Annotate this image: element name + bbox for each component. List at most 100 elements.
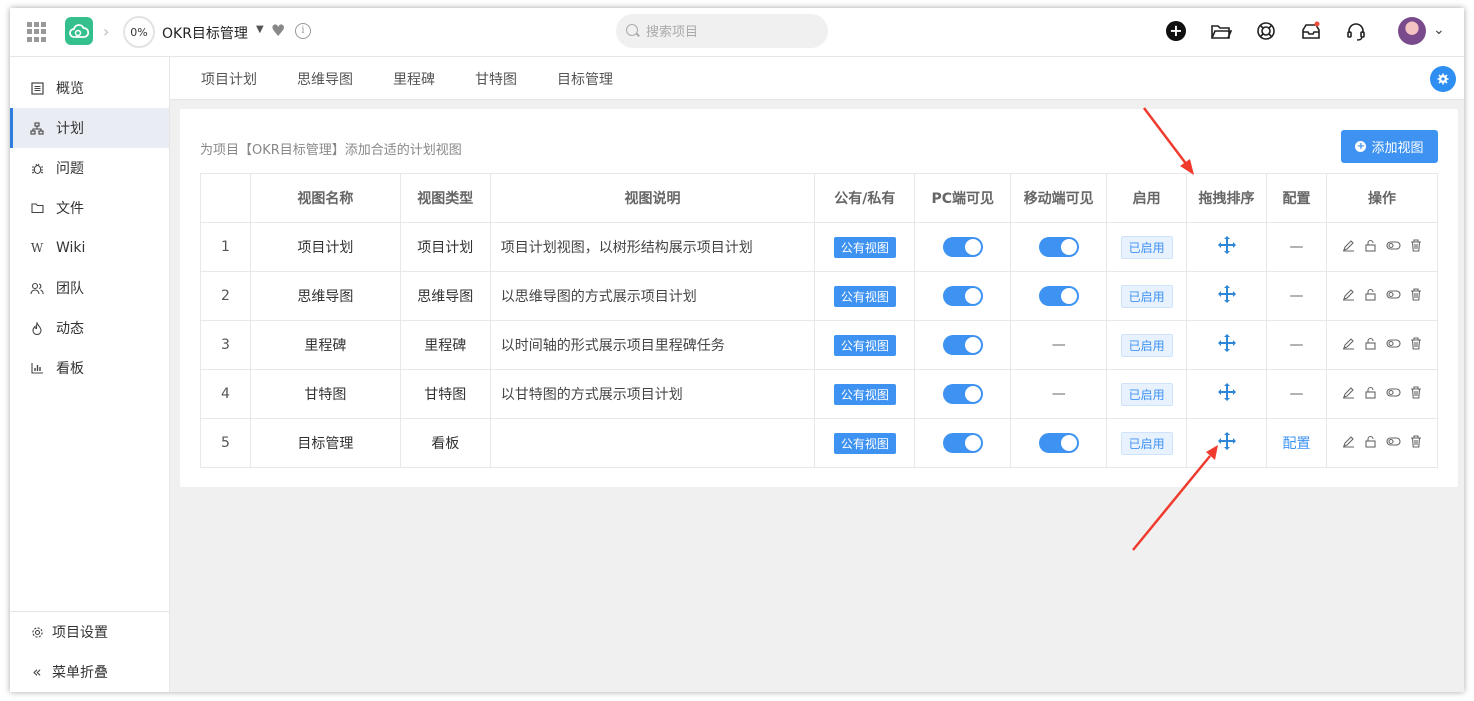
tab-settings-gear-icon[interactable] bbox=[1430, 66, 1456, 92]
sidebar-item-label: 项目设置 bbox=[52, 625, 108, 641]
folder-open-icon[interactable] bbox=[1210, 20, 1233, 42]
pc-visible-toggle[interactable] bbox=[942, 433, 983, 453]
drag-move-icon[interactable] bbox=[1217, 284, 1237, 308]
sidebar-bottom: 项目设置 « 菜单折叠 bbox=[10, 611, 169, 692]
public-view-badge[interactable]: 公有视图 bbox=[833, 285, 896, 307]
pc-visible-toggle[interactable] bbox=[942, 384, 983, 404]
config-link[interactable]: 配置 bbox=[1282, 436, 1310, 452]
trash-icon[interactable] bbox=[1410, 434, 1422, 448]
plus-circle-icon: + bbox=[1355, 141, 1367, 152]
mobile-visible-toggle[interactable] bbox=[1038, 433, 1079, 453]
lock-icon[interactable] bbox=[1364, 239, 1377, 252]
tab-project-plan[interactable]: 项目计划 bbox=[201, 69, 257, 89]
app-grid-icon[interactable] bbox=[27, 22, 47, 42]
pc-visible-toggle[interactable] bbox=[942, 237, 983, 257]
project-progress: 0% bbox=[123, 16, 155, 48]
cloud-logo-icon[interactable] bbox=[65, 17, 93, 45]
edit-icon[interactable] bbox=[1342, 239, 1355, 252]
enabled-badge[interactable]: 已启用 bbox=[1120, 333, 1173, 357]
lock-icon[interactable] bbox=[1364, 435, 1377, 448]
create-plus-icon[interactable]: + bbox=[1166, 21, 1186, 41]
enabled-badge[interactable]: 已启用 bbox=[1120, 235, 1173, 259]
trash-icon[interactable] bbox=[1410, 238, 1422, 252]
actions-cell bbox=[1325, 222, 1439, 272]
actions-cell bbox=[1325, 271, 1439, 321]
project-name[interactable]: OKR目标管理 bbox=[162, 23, 248, 43]
col-header: 启用 bbox=[1106, 173, 1188, 223]
collapse-menu-button[interactable]: « 菜单折叠 bbox=[10, 652, 169, 692]
bug-icon bbox=[30, 161, 44, 175]
search-box[interactable] bbox=[616, 14, 828, 48]
toggle-icon[interactable] bbox=[1386, 289, 1401, 300]
sidebar-item-team[interactable]: 团队 bbox=[10, 268, 169, 308]
drag-move-icon[interactable] bbox=[1217, 431, 1237, 455]
drag-move-icon[interactable] bbox=[1217, 333, 1237, 357]
mobile-visible-toggle[interactable] bbox=[1038, 237, 1079, 257]
tab-mind-map[interactable]: 思维导图 bbox=[297, 69, 353, 89]
edit-icon[interactable] bbox=[1342, 337, 1355, 350]
edit-icon[interactable] bbox=[1342, 435, 1355, 448]
lock-icon[interactable] bbox=[1364, 386, 1377, 399]
search-icon bbox=[626, 24, 638, 36]
sidebar-item-issues[interactable]: 问题 bbox=[10, 148, 169, 188]
lock-icon[interactable] bbox=[1364, 288, 1377, 301]
mobile-visible-cell bbox=[1010, 271, 1108, 321]
pc-visible-toggle[interactable] bbox=[942, 335, 983, 355]
tab-milestone[interactable]: 里程碑 bbox=[393, 69, 435, 89]
tab-gantt[interactable]: 甘特图 bbox=[475, 69, 517, 89]
toggle-icon[interactable] bbox=[1386, 338, 1401, 349]
project-settings-button[interactable]: 项目设置 bbox=[10, 612, 169, 652]
public-view-badge[interactable]: 公有视图 bbox=[833, 383, 896, 405]
sidebar-item-plan[interactable]: 计划 bbox=[10, 108, 169, 148]
mobile-visible-empty: — bbox=[1051, 337, 1066, 353]
pc-visible-toggle[interactable] bbox=[942, 286, 983, 306]
lifebuoy-icon[interactable] bbox=[1255, 20, 1277, 42]
pc-visible-cell bbox=[914, 320, 1012, 370]
sidebar-item-board[interactable]: 看板 bbox=[10, 348, 169, 388]
sidebar-item-wiki[interactable]: W Wiki bbox=[10, 228, 169, 268]
enabled-badge[interactable]: 已启用 bbox=[1120, 284, 1173, 308]
toggle-icon[interactable] bbox=[1386, 436, 1401, 447]
add-view-button[interactable]: + 添加视图 bbox=[1341, 130, 1438, 163]
view-description: 项目计划视图，以树形结构展示项目计划 bbox=[489, 222, 816, 272]
user-avatar[interactable] bbox=[1398, 17, 1426, 45]
sidebar: 概览 计划 问题 文件 W Wiki 团队 动态 看板 项目设置 « 菜单折叠 bbox=[10, 57, 170, 692]
sidebar-item-files[interactable]: 文件 bbox=[10, 188, 169, 228]
chevron-down-icon[interactable]: ⌄ bbox=[1433, 22, 1445, 38]
toggle-icon[interactable] bbox=[1386, 240, 1401, 251]
enabled-badge[interactable]: 已启用 bbox=[1120, 382, 1173, 406]
inbox-icon[interactable] bbox=[1300, 20, 1322, 42]
sidebar-item-label: 文件 bbox=[56, 201, 84, 217]
edit-icon[interactable] bbox=[1342, 386, 1355, 399]
enabled-badge[interactable]: 已启用 bbox=[1120, 431, 1173, 455]
trash-icon[interactable] bbox=[1410, 336, 1422, 350]
edit-icon[interactable] bbox=[1342, 288, 1355, 301]
toggle-icon[interactable] bbox=[1386, 387, 1401, 398]
public-view-badge[interactable]: 公有视图 bbox=[833, 236, 896, 258]
public-view-badge[interactable]: 公有视图 bbox=[833, 334, 896, 356]
mobile-visible-toggle[interactable] bbox=[1038, 286, 1079, 306]
sidebar-item-activity[interactable]: 动态 bbox=[10, 308, 169, 348]
trash-icon[interactable] bbox=[1410, 287, 1422, 301]
enabled-cell: 已启用 bbox=[1106, 271, 1188, 321]
lock-icon[interactable] bbox=[1364, 337, 1377, 350]
caret-down-icon[interactable]: ▼ bbox=[256, 24, 264, 35]
view-description: 以甘特图的方式展示项目计划 bbox=[489, 369, 816, 419]
headset-icon[interactable] bbox=[1345, 20, 1367, 42]
drag-move-icon[interactable] bbox=[1217, 382, 1237, 406]
config-cell: 配置 bbox=[1266, 418, 1327, 468]
heart-icon[interactable]: ♥ bbox=[271, 21, 285, 40]
team-icon bbox=[30, 281, 44, 295]
drag-move-icon[interactable] bbox=[1217, 235, 1237, 259]
enabled-cell: 已启用 bbox=[1106, 222, 1188, 272]
config-cell: — bbox=[1266, 222, 1327, 272]
trash-icon[interactable] bbox=[1410, 385, 1422, 399]
sidebar-item-overview[interactable]: 概览 bbox=[10, 68, 169, 108]
public-view-badge[interactable]: 公有视图 bbox=[833, 432, 896, 454]
col-header: 视图说明 bbox=[489, 173, 816, 223]
tab-goal-management[interactable]: 目标管理 bbox=[557, 69, 613, 89]
actions-cell bbox=[1325, 369, 1439, 419]
table-row: 4 甘特图 甘特图 以甘特图的方式展示项目计划 公有视图 — 已启用 — bbox=[200, 369, 1439, 419]
search-input[interactable] bbox=[644, 22, 818, 42]
info-icon[interactable]: i bbox=[295, 23, 311, 39]
